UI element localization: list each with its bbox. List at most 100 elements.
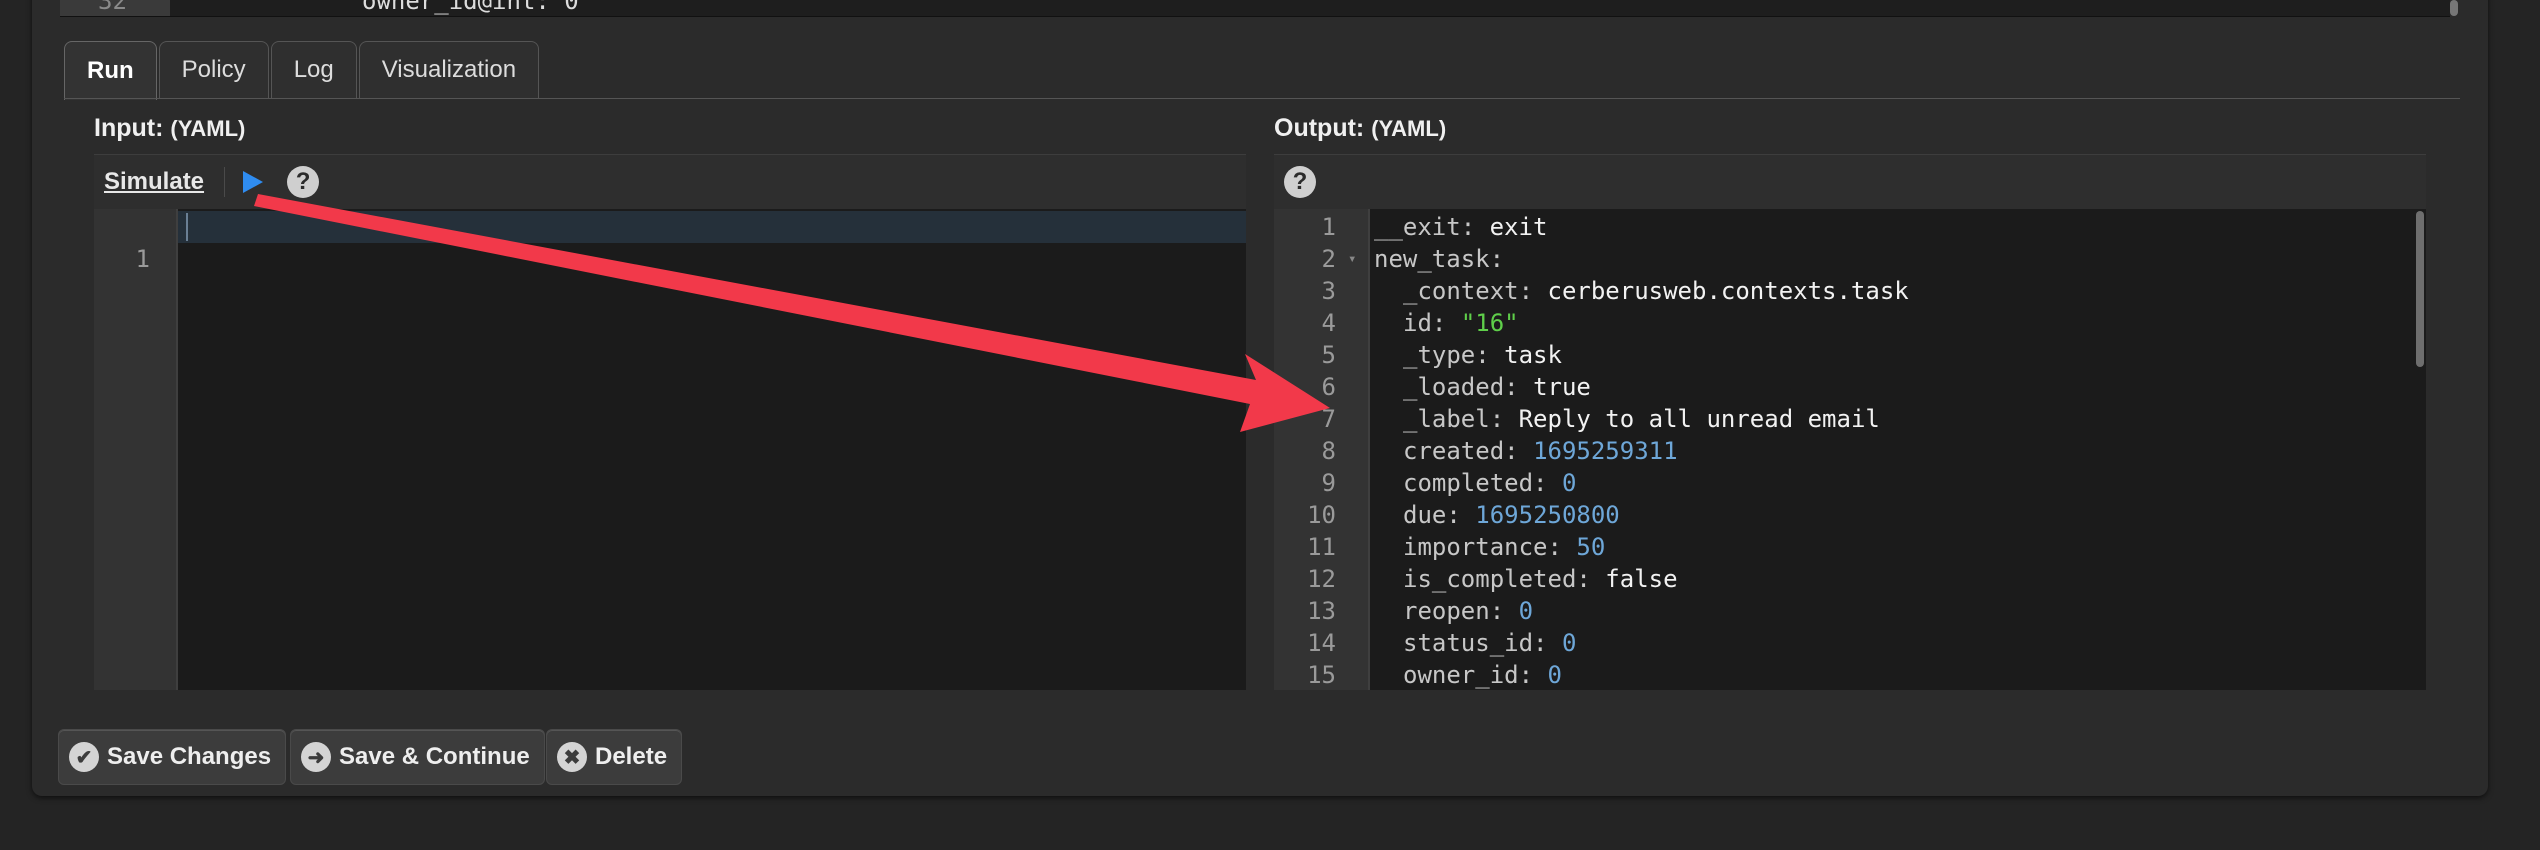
yaml-value: Reply to all unread email [1518, 405, 1880, 433]
output-help-icon[interactable]: ? [1284, 166, 1316, 198]
code-text: new_task: [1374, 243, 1504, 275]
input-title: Input: (YAML) [94, 114, 245, 143]
help-icon[interactable]: ? [287, 166, 320, 198]
code-text: _type: task [1403, 339, 1562, 371]
line-number: 3 [1321, 277, 1336, 305]
yaml-value: true [1533, 373, 1591, 401]
yaml-value: 0 [1547, 661, 1562, 689]
output-format: (YAML) [1371, 116, 1447, 141]
output-line: 13 reopen: 0 [1274, 595, 2426, 627]
code-text: importance: 50 [1403, 531, 1605, 563]
line-number: 9 [1321, 469, 1336, 497]
simulate-link[interactable]: Simulate [104, 168, 204, 196]
output-line: 15 owner_id: 0 [1274, 659, 2426, 690]
yaml-colon: : [1489, 597, 1505, 625]
yaml-colon: : [1460, 213, 1476, 241]
line-number: 11 [1307, 533, 1336, 561]
output-title-label: Output: [1274, 114, 1365, 142]
output-line: 11 importance: 50 [1274, 531, 2426, 563]
save-continue-label: Save & Continue [339, 743, 530, 770]
output-line: 14 status_id: 0 [1274, 627, 2426, 659]
output-line: 6 _loaded: true [1274, 371, 2426, 403]
output-title: Output: (YAML) [1274, 114, 1446, 143]
yaml-key: _label [1403, 405, 1490, 433]
yaml-value: task [1504, 341, 1562, 369]
delete-button[interactable]: ✖ Delete [546, 729, 683, 785]
input-format: (YAML) [170, 116, 246, 141]
output-line: 4 id: "16" [1274, 307, 2426, 339]
tab-policy[interactable]: Policy [158, 41, 269, 98]
tab-run[interactable]: Run [64, 41, 157, 100]
line-number: 4 [1321, 309, 1336, 337]
code-text: created: 1695259311 [1403, 435, 1678, 467]
line-number: 1 [1321, 213, 1336, 241]
output-line: 9 completed: 0 [1274, 467, 2426, 499]
line-number: 12 [1307, 565, 1336, 593]
delete-label: Delete [595, 743, 668, 770]
yaml-colon: : [1533, 469, 1548, 497]
yaml-colon: : [1504, 437, 1519, 465]
code-text: owner_id: 0 [1403, 659, 1562, 690]
code-text: _context: cerberusweb.contexts.task [1403, 275, 1909, 307]
output-line: 2 ▾ new_task: [1274, 243, 2426, 275]
tab-visualization[interactable]: Visualization [358, 41, 540, 98]
yaml-value: exit [1489, 213, 1548, 241]
yaml-key: _context [1403, 277, 1519, 305]
save-changes-label: Save Changes [107, 743, 272, 770]
yaml-value: 1695250800 [1475, 501, 1620, 529]
input-title-label: Input: [94, 114, 164, 142]
toolbar-separator [224, 167, 226, 197]
yaml-colon: : [1547, 533, 1562, 561]
yaml-key: id [1403, 309, 1432, 337]
yaml-colon: : [1489, 245, 1505, 273]
arrow-right-icon: ➜ [301, 742, 331, 772]
tab-divider [64, 98, 2460, 99]
line-number: 2 [1321, 245, 1336, 273]
yaml-key: new_task [1374, 245, 1490, 273]
top-editor-fragment: 32 owner_id@int: 0 [60, 0, 2458, 17]
code-text: _loaded: true [1403, 371, 1591, 403]
yaml-colon: : [1518, 661, 1534, 689]
yaml-value: "16" [1460, 309, 1519, 337]
save-continue-button[interactable]: ➜ Save & Continue [290, 729, 545, 785]
play-icon[interactable] [243, 171, 264, 193]
output-line: 1 __exit: exit [1274, 211, 2426, 243]
yaml-colon: : [1446, 501, 1461, 529]
tab-log[interactable]: Log [270, 41, 357, 98]
line-number: 10 [1307, 501, 1336, 529]
yaml-colon: : [1504, 373, 1519, 401]
line-number: 8 [1321, 437, 1336, 465]
line-number: 13 [1307, 597, 1336, 625]
output-line: 8 created: 1695259311 [1274, 435, 2426, 467]
code-text: completed: 0 [1403, 467, 1576, 499]
yaml-key: owner_id [1403, 661, 1519, 689]
line-number: 5 [1321, 341, 1336, 369]
line-number: 7 [1321, 405, 1336, 433]
yaml-value: 0 [1561, 469, 1577, 497]
input-line: 1 [94, 211, 1246, 273]
output-line: 12 is_completed: false [1274, 563, 2426, 595]
line-number: 15 [1307, 661, 1336, 689]
yaml-value: 0 [1518, 597, 1534, 625]
output-editor[interactable]: 1 __exit: exit 2 ▾ new_task: 3 _context: cerbe… [1274, 209, 2426, 690]
yaml-key: __exit [1374, 213, 1461, 241]
fold-toggle-icon[interactable]: ▾ [1348, 243, 1356, 275]
top-editor-scrollbar[interactable] [2450, 0, 2458, 16]
line-number: 14 [1307, 629, 1336, 657]
yaml-value: cerberusweb.contexts.task [1547, 277, 1909, 305]
check-icon: ✔ [69, 742, 99, 772]
save-changes-button[interactable]: ✔ Save Changes [58, 729, 287, 785]
yaml-value: 1695259311 [1533, 437, 1678, 465]
output-toolbar: ? [1274, 154, 2426, 210]
output-line: 7 _label: Reply to all unread email [1274, 403, 2426, 435]
input-editor[interactable]: 1 [94, 209, 1246, 690]
close-icon: ✖ [557, 742, 587, 772]
yaml-value: false [1605, 565, 1678, 593]
yaml-key: status_id [1403, 629, 1534, 657]
yaml-colon: : [1576, 565, 1591, 593]
yaml-key: completed [1403, 469, 1534, 497]
yaml-value: 0 [1561, 629, 1577, 657]
yaml-key: created [1403, 437, 1505, 465]
output-line: 5 _type: task [1274, 339, 2426, 371]
tab-bar: Run Policy Log Visualization [64, 41, 541, 100]
